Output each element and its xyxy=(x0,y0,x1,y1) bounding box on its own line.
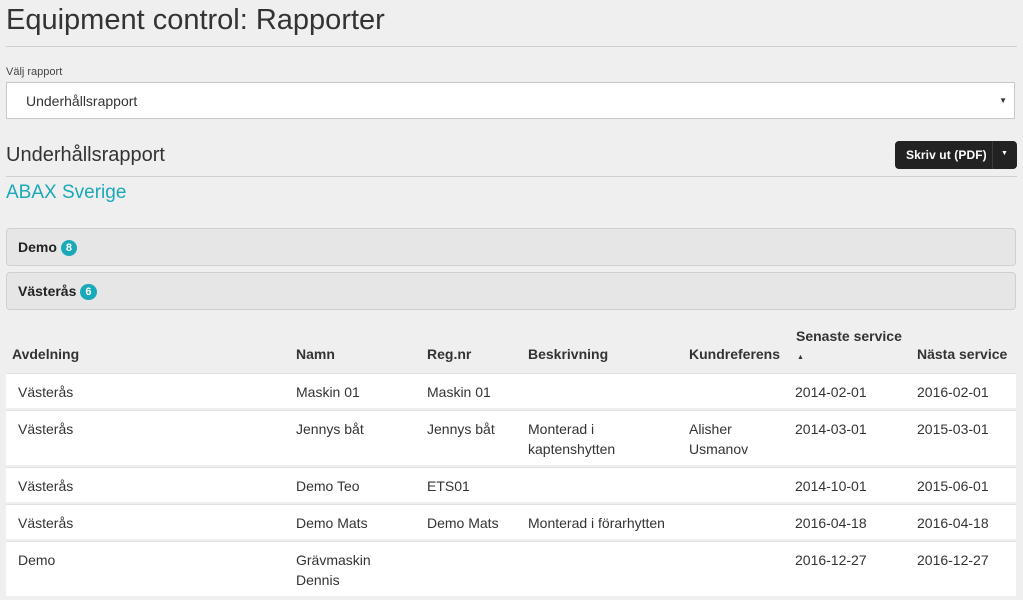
cell-beskrivning: Monterad i förarhytten xyxy=(528,515,665,531)
print-options-dropdown-toggle[interactable]: ▼ xyxy=(992,141,1018,169)
cell-avdelning: Västerås xyxy=(18,478,74,494)
caret-down-icon: ▼ xyxy=(1001,150,1008,157)
title-divider xyxy=(6,46,1017,47)
cell-senaste-service: 2014-03-01 xyxy=(795,421,867,437)
table-row[interactable]: Västerås Maskin 01 Maskin 01 2014-02-01 … xyxy=(6,373,1016,408)
cell-regnr: Maskin 01 xyxy=(427,384,491,400)
cell-regnr: Demo Mats xyxy=(427,515,499,531)
table-row[interactable]: Demo Grävmaskin Dennis 2016-12-27 2016-1… xyxy=(6,541,1016,596)
column-header-senaste-label: Senaste service xyxy=(796,328,902,344)
report-select-value: Underhållsrapport xyxy=(26,93,138,109)
cell-regnr: ETS01 xyxy=(427,478,470,494)
cell-namn: Demo Teo xyxy=(296,478,360,494)
cell-namn: Demo Mats xyxy=(296,515,368,531)
cell-nasta-service: 2015-03-01 xyxy=(917,421,989,437)
column-header-regnr[interactable]: Reg.nr xyxy=(427,346,471,362)
group-panel-heading: Demo 8 xyxy=(18,239,78,256)
cell-avdelning: Västerås xyxy=(18,384,74,400)
cell-nasta-service: 2016-02-01 xyxy=(917,384,989,400)
cell-namn: Jennys båt xyxy=(296,421,364,437)
cell-namn: Grävmaskin Dennis xyxy=(296,552,371,588)
column-header-nasta-service[interactable]: Nästa service xyxy=(917,346,1007,362)
cell-beskrivning: Monterad i kaptenshytten xyxy=(528,421,616,457)
column-header-kundreferens[interactable]: Kundreferens xyxy=(689,346,780,362)
column-header-namn[interactable]: Namn xyxy=(296,346,335,362)
group-panel-vasteras[interactable]: Västerås 6 xyxy=(6,272,1016,310)
section-divider xyxy=(6,176,1017,177)
cell-kundreferens: Alisher Usmanov xyxy=(689,421,749,457)
group-name: Demo xyxy=(18,239,57,255)
table-row[interactable]: Västerås Demo Mats Demo Mats Monterad i … xyxy=(6,504,1016,539)
cell-nasta-service: 2015-06-01 xyxy=(917,478,989,494)
report-select-label: Välj rapport xyxy=(6,66,63,78)
cell-nasta-service: 2016-12-27 xyxy=(917,552,989,568)
caret-down-icon: ▼ xyxy=(999,96,1007,105)
group-panel-demo[interactable]: Demo 8 xyxy=(6,228,1016,266)
group-panel-heading: Västerås 6 xyxy=(18,283,97,300)
table-row[interactable]: Västerås Jennys båt Jennys båt Monterad … xyxy=(6,410,1016,465)
print-pdf-button[interactable]: Skriv ut (PDF) ▼ xyxy=(895,141,1017,169)
cell-avdelning: Västerås xyxy=(18,515,74,531)
cell-nasta-service: 2016-04-18 xyxy=(917,515,989,531)
cell-regnr: Jennys båt xyxy=(427,421,495,437)
company-link[interactable]: ABAX Sverige xyxy=(6,182,126,204)
column-header-beskrivning[interactable]: Beskrivning xyxy=(528,346,608,362)
print-pdf-button-label: Skriv ut (PDF) xyxy=(906,148,987,162)
count-badge: 8 xyxy=(60,240,78,256)
count-badge: 6 xyxy=(80,284,97,300)
table-row[interactable]: Västerås Demo Teo ETS01 2014-10-01 2015-… xyxy=(6,467,1016,502)
cell-senaste-service: 2014-10-01 xyxy=(795,478,867,494)
column-header-avdelning[interactable]: Avdelning xyxy=(12,346,79,362)
group-name: Västerås xyxy=(18,283,77,299)
cell-senaste-service: 2014-02-01 xyxy=(795,384,867,400)
report-select[interactable]: Underhållsrapport ▼ xyxy=(6,82,1015,119)
cell-avdelning: Västerås xyxy=(18,421,74,437)
page-title: Equipment control: Rapporter xyxy=(6,4,385,36)
section-title: Underhållsrapport xyxy=(6,144,165,166)
cell-senaste-service: 2016-04-18 xyxy=(795,515,867,531)
sort-ascending-icon: ▲ xyxy=(797,354,804,361)
cell-senaste-service: 2016-12-27 xyxy=(795,552,867,568)
cell-namn: Maskin 01 xyxy=(296,384,360,400)
cell-avdelning: Demo xyxy=(18,552,56,568)
column-header-senaste-service[interactable]: Senaste service ▲ xyxy=(796,326,911,368)
